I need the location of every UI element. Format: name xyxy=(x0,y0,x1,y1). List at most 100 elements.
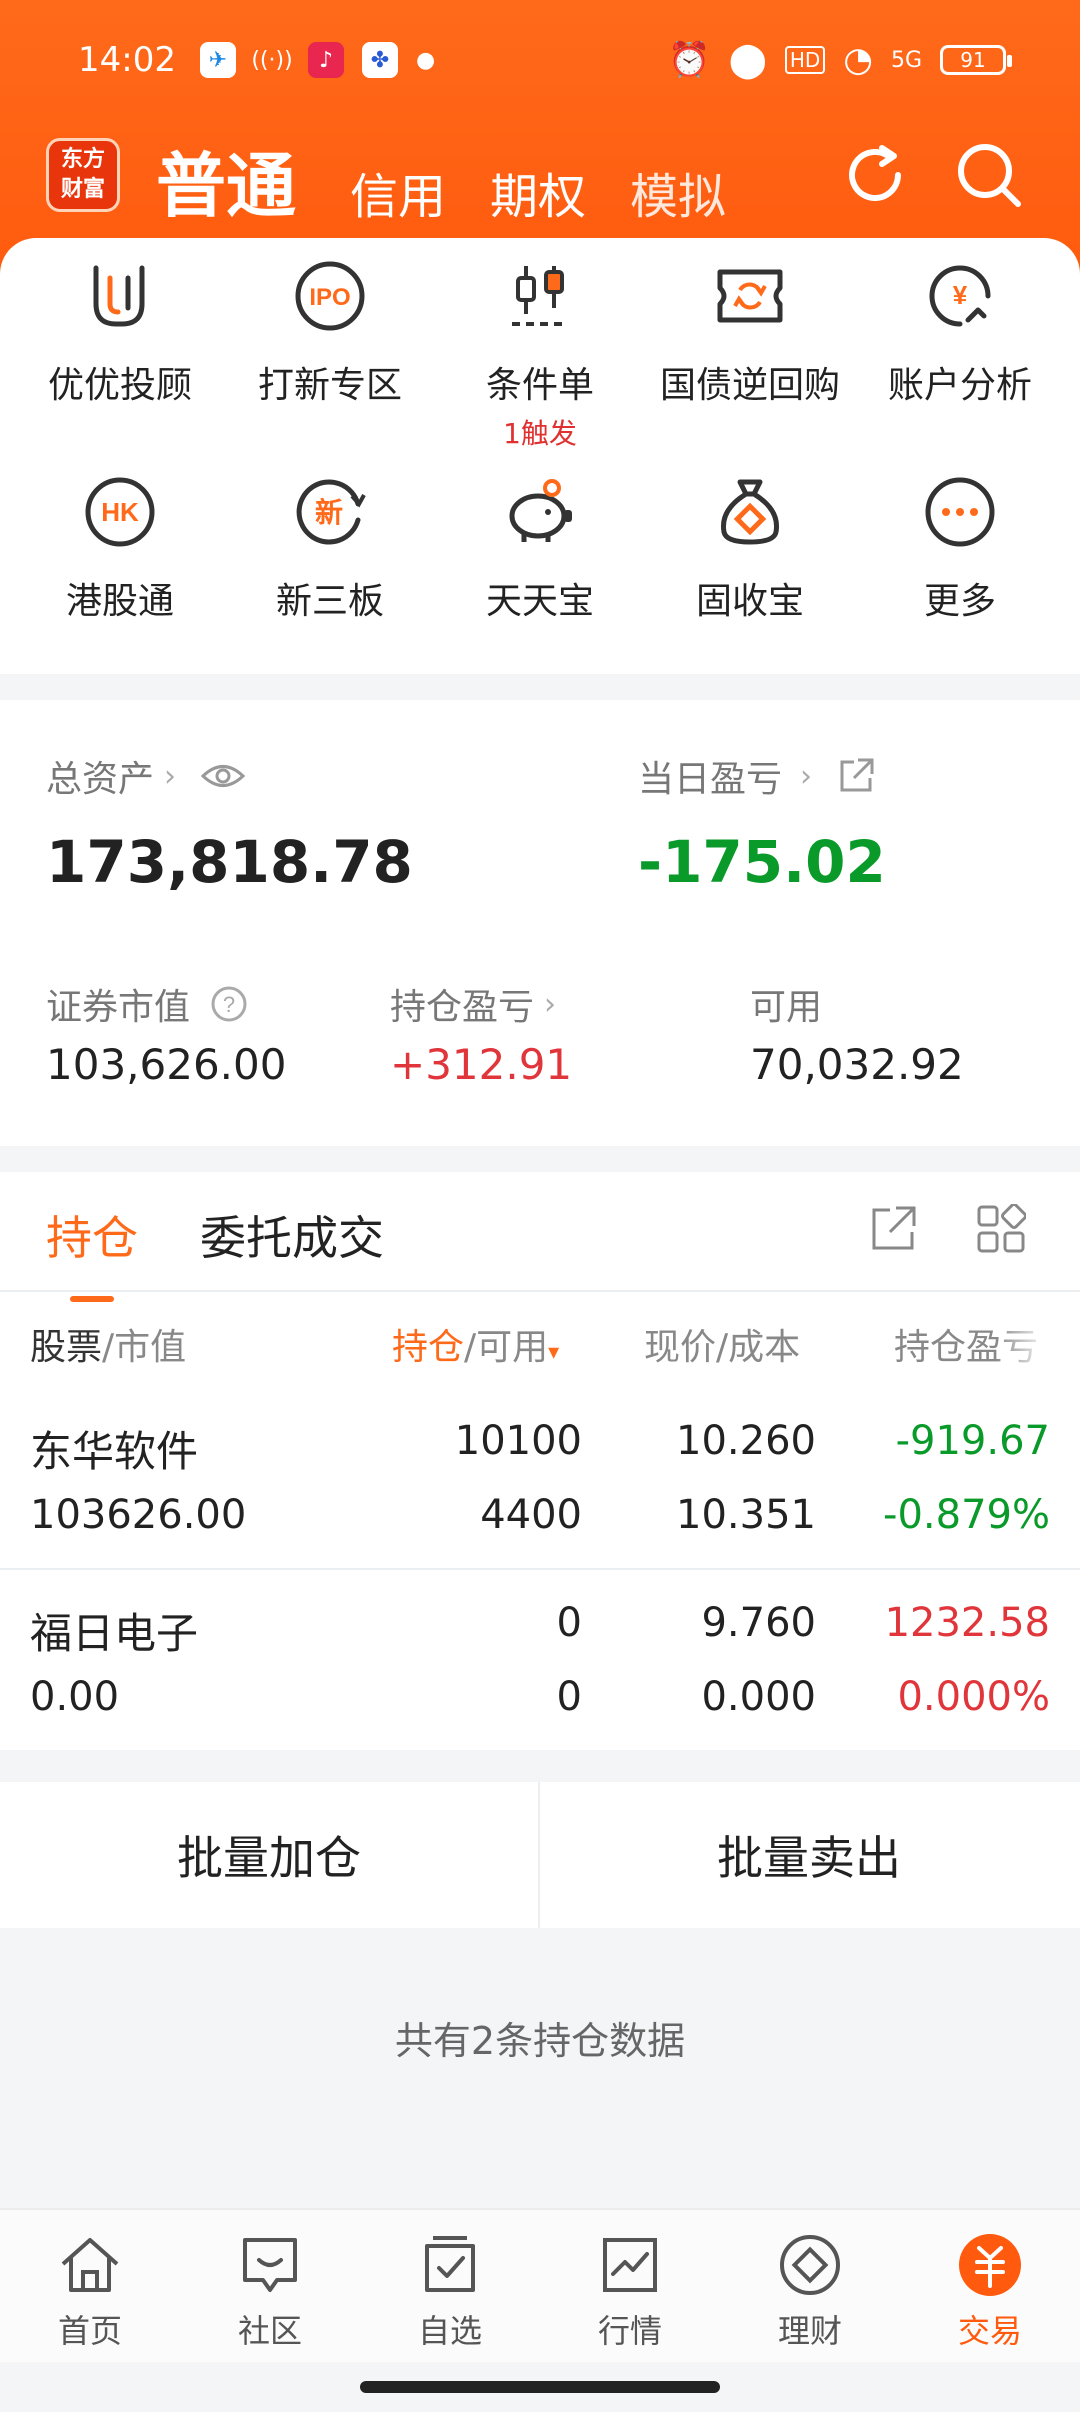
col-header-stock-sub: /市值 xyxy=(102,1327,187,1368)
tab-wealth[interactable]: 理财 xyxy=(720,2210,900,2362)
logo-text-line2: 财富 xyxy=(60,177,105,202)
hd-icon: HD xyxy=(784,46,826,74)
stock-pl-pct: -0.879% xyxy=(883,1492,1050,1538)
chevron-right-icon: › xyxy=(164,758,177,794)
menu-item-new-third-board[interactable]: 新 新三板 xyxy=(225,474,435,690)
tab-home[interactable]: 首页 xyxy=(0,2210,180,2362)
more-icon xyxy=(925,477,995,547)
menu-label: 港股通 xyxy=(65,581,174,622)
menu-label: 账户分析 xyxy=(887,365,1032,406)
app-logo[interactable]: 东方 财富 xyxy=(46,138,120,212)
tab-watchlist[interactable]: 自选 xyxy=(360,2210,540,2362)
tab-label: 理财 xyxy=(777,2312,842,2350)
batch-sell-button[interactable]: 批量卖出 xyxy=(540,1782,1078,1928)
trigger-badge: 1触发 xyxy=(503,417,577,450)
tab-market[interactable]: 行情 xyxy=(540,2210,720,2362)
svg-text:新: 新 xyxy=(315,496,343,529)
stock-price: 9.760 xyxy=(701,1600,816,1646)
stock-market-value: 103626.00 xyxy=(30,1492,247,1538)
menu-label: 条件单 xyxy=(485,365,594,406)
col-header-pl: 持仓盈亏 xyxy=(894,1327,1039,1368)
positions-count-text: 共有2条持仓数据 xyxy=(394,2019,686,2063)
tab-label: 行情 xyxy=(597,2312,662,2350)
stock-price: 10.260 xyxy=(676,1418,816,1464)
tab-label: 社区 xyxy=(237,2312,302,2350)
positions-panel: 持仓 委托成交 股票/市值 持仓/可用▾ 现价/成本 持仓盈亏 东华软件 103… xyxy=(0,1172,1080,1750)
positions-tabs: 持仓 委托成交 xyxy=(46,1202,384,1302)
tab-label: 首页 xyxy=(57,2312,122,2350)
svg-text:?: ? xyxy=(223,992,235,1017)
menu-item-tiantianbao[interactable]: 天天宝 xyxy=(435,474,645,690)
position-pl-label[interactable]: 持仓盈亏 › xyxy=(390,978,556,1030)
eye-icon[interactable] xyxy=(200,761,246,791)
market-value: 103,626.00 xyxy=(46,1040,287,1089)
stock-cost: 0.000 xyxy=(701,1674,816,1720)
location-icon: ⬤ xyxy=(728,40,767,80)
stock-pl: -919.67 xyxy=(895,1418,1050,1464)
status-system-icons: ⏰ ⬤ HD ◔ 5G 91 xyxy=(668,40,1012,80)
daily-pl-text: 当日盈亏 xyxy=(638,759,783,800)
reverse-repo-icon xyxy=(717,269,783,323)
tab-options[interactable]: 期权 xyxy=(490,157,586,231)
stock-pl: 1232.58 xyxy=(884,1600,1050,1646)
svg-text:HK: HK xyxy=(101,497,139,527)
cellular-icon: 5G xyxy=(890,47,922,73)
refresh-icon[interactable] xyxy=(838,138,912,212)
total-assets-value: 173,818.78 xyxy=(46,828,413,896)
bottom-tab-bar: 首页 社区 自选 行情 理财 交易 xyxy=(0,2208,1080,2362)
menu-item-conditional-order[interactable]: 条件单 1触发 xyxy=(435,258,645,474)
account-mode-tabs: 普通 信用 期权 模拟 xyxy=(156,130,770,231)
piggy-bank-icon xyxy=(509,479,572,542)
search-icon[interactable] xyxy=(952,138,1026,212)
svg-text:IPO: IPO xyxy=(309,284,350,311)
stock-available: 0 xyxy=(556,1674,582,1720)
menu-item-uu-advisor[interactable]: 优优投顾 xyxy=(15,258,225,474)
divider xyxy=(0,1290,1080,1292)
hk-icon: HK xyxy=(85,477,155,547)
col-header-hold[interactable]: 持仓/可用▾ xyxy=(392,1318,559,1370)
tab-simulation[interactable]: 模拟 xyxy=(630,157,726,231)
tab-trade[interactable]: 交易 xyxy=(900,2210,1080,2362)
stock-hold: 0 xyxy=(556,1600,582,1646)
baidu-icon: ✤ xyxy=(362,42,398,78)
help-icon[interactable]: ? xyxy=(210,985,248,1023)
menu-item-hk-connect[interactable]: HK 港股通 xyxy=(15,474,225,690)
tab-orders[interactable]: 委托成交 xyxy=(200,1202,384,1268)
menu-item-ipo[interactable]: IPO 打新专区 xyxy=(225,258,435,474)
more-notifications-dot: ● xyxy=(416,47,436,73)
menu-label: 新三板 xyxy=(275,581,384,622)
market-value-text: 证券市值 xyxy=(46,987,191,1028)
tab-label: 交易 xyxy=(957,2312,1022,2350)
yen-chart-icon: ¥ xyxy=(929,265,991,327)
ipo-icon: IPO xyxy=(295,261,365,331)
export-icon[interactable] xyxy=(868,1204,918,1254)
tab-credit[interactable]: 信用 xyxy=(350,157,446,231)
watchlist-icon xyxy=(425,2236,475,2292)
col-header-stock-text: 股票 xyxy=(30,1327,103,1368)
asset-summary: 总资产 › 173,818.78 当日盈亏 › -175.02 证券市值 ? 1… xyxy=(0,700,1080,1146)
quick-menu: 优优投顾 IPO 打新专区 条件单 1触发 国债逆回购 ¥ 账户分析 HK 港股… xyxy=(0,238,1080,674)
menu-item-reverse-repo[interactable]: 国债逆回购 xyxy=(645,258,855,474)
candlestick-icon xyxy=(512,266,568,326)
menu-item-more[interactable]: 更多 xyxy=(855,474,1065,690)
trade-icon xyxy=(959,2234,1021,2296)
tab-community[interactable]: 社区 xyxy=(180,2210,360,2362)
stock-available: 4400 xyxy=(480,1492,582,1538)
alarm-icon: ⏰ xyxy=(668,40,711,80)
total-assets-label[interactable]: 总资产 › xyxy=(46,750,246,802)
daily-pl-value: -175.02 xyxy=(638,828,886,896)
tab-positions[interactable]: 持仓 xyxy=(46,1202,138,1302)
tab-normal[interactable]: 普通 xyxy=(156,130,296,231)
share-external-icon[interactable] xyxy=(836,756,876,796)
home-indicator[interactable] xyxy=(360,2381,720,2393)
menu-item-account-analysis[interactable]: ¥ 账户分析 xyxy=(855,258,1065,474)
battery-icon: 91 xyxy=(940,45,1012,75)
daily-pl-label[interactable]: 当日盈亏 › xyxy=(638,750,876,802)
svg-text:¥: ¥ xyxy=(953,280,968,310)
menu-item-guoshoubao[interactable]: 固收宝 xyxy=(645,474,855,690)
stock-cost: 10.351 xyxy=(676,1492,816,1538)
uu-advisor-icon xyxy=(93,265,145,327)
batch-add-button[interactable]: 批量加仓 xyxy=(0,1782,538,1928)
grid-view-icon[interactable] xyxy=(976,1204,1026,1254)
new-board-icon: 新 xyxy=(296,479,366,545)
